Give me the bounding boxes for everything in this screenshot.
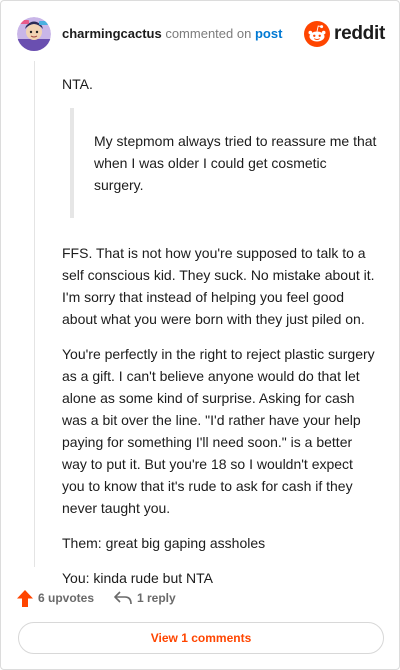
reddit-logo-icon	[304, 21, 331, 47]
upvotes-count: 6 upvotes	[38, 591, 95, 605]
comment-body: NTA. My stepmom always tried to reassure…	[62, 73, 378, 602]
avatar-icon[interactable]	[17, 17, 51, 51]
upvote-arrow-icon	[17, 589, 33, 607]
comment-byline: charmingcactus commented on post	[62, 26, 282, 41]
reply-arrow-icon	[114, 591, 132, 605]
comment-paragraph: You're perfectly in the right to reject …	[62, 346, 375, 516]
reddit-wordmark: reddit	[334, 23, 385, 44]
comment-actions: 6 upvotes 1 reply	[17, 586, 385, 610]
reddit-logo[interactable]: reddit	[304, 20, 385, 48]
upvote-button[interactable]: 6 upvotes	[17, 586, 94, 610]
username-link[interactable]: charmingcactus	[62, 26, 162, 41]
blockquote: My stepmom always tried to reassure me t…	[70, 108, 378, 218]
comment-header: charmingcactus commented on post reddit	[17, 17, 385, 51]
view-comments-button[interactable]: View 1 comments	[18, 622, 384, 654]
reply-count: 1 reply	[137, 591, 176, 605]
thread-line	[34, 61, 35, 567]
post-link[interactable]: post	[255, 26, 282, 41]
comment-paragraph: Them: great big gaping assholes	[62, 535, 266, 551]
comment-paragraph: NTA.	[62, 76, 93, 92]
quote-text: My stepmom always tried to reassure me t…	[94, 133, 377, 193]
reply-button[interactable]: 1 reply	[114, 586, 176, 610]
comment-paragraph: FFS. That is not how you're supposed to …	[62, 245, 375, 327]
comment-card: charmingcactus commented on post reddit …	[0, 0, 400, 670]
commented-on-text: commented on	[165, 26, 252, 41]
